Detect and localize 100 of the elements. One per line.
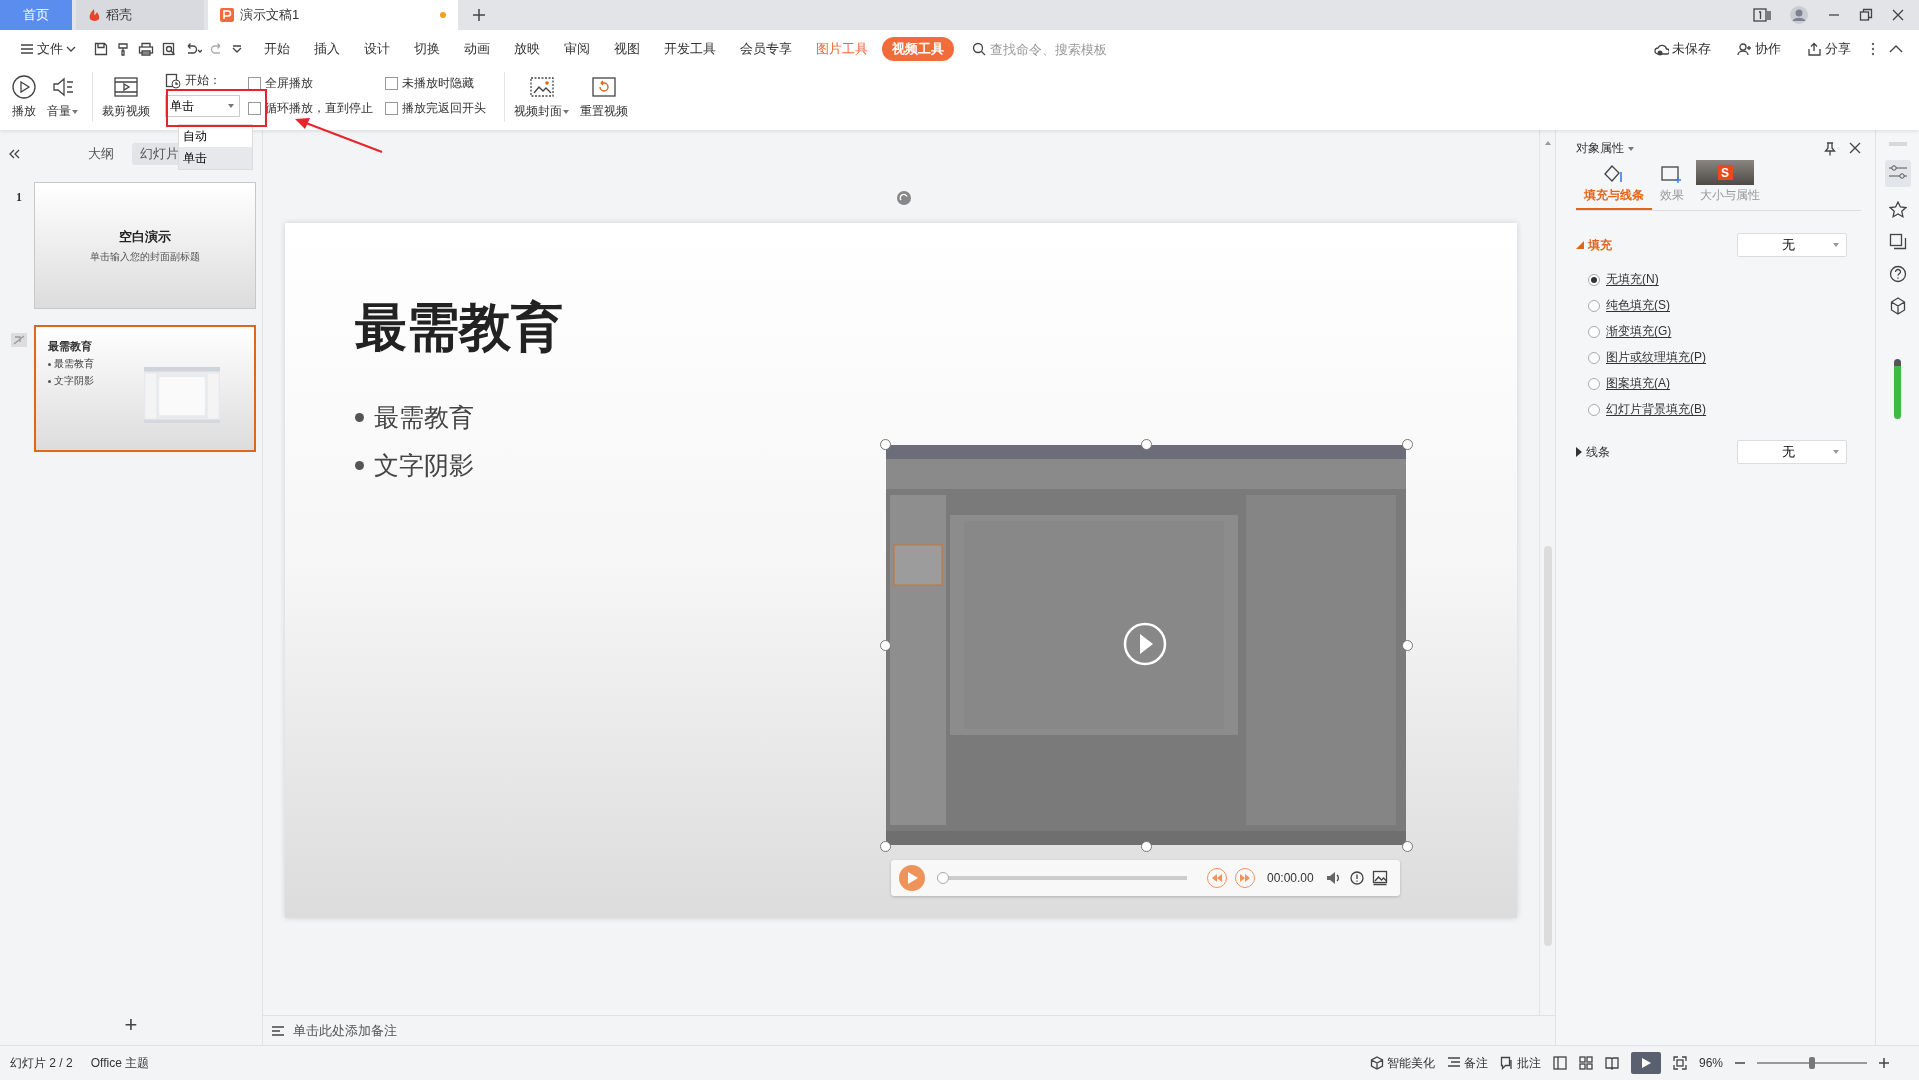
resize-handle[interactable] xyxy=(880,439,891,450)
checkbox-label: 播放完返回开头 xyxy=(402,100,486,117)
status-button[interactable]: 批注 xyxy=(1499,1054,1541,1072)
radio-label: 无填充(N) xyxy=(1606,271,1659,288)
resize-handle[interactable] xyxy=(1402,439,1413,450)
print-icon[interactable] xyxy=(138,42,154,56)
radio-button[interactable] xyxy=(1588,273,1600,286)
radio-button[interactable] xyxy=(1588,377,1600,390)
menu-tab[interactable]: 设计 xyxy=(354,37,400,61)
status-button[interactable]: 备注 xyxy=(1446,1054,1488,1072)
slide-thumbnail[interactable]: 空白演示 单击输入您的封面副标题 xyxy=(34,182,256,309)
progress-thumb[interactable] xyxy=(937,872,949,884)
tab-label: 演示文稿1 xyxy=(240,6,300,24)
save-icon[interactable] xyxy=(94,42,108,56)
print-preview-icon[interactable] xyxy=(162,42,176,56)
resize-handle[interactable] xyxy=(1141,439,1152,450)
notes-placeholder[interactable]: 单击此处添加备注 xyxy=(293,1021,397,1040)
menu-tab[interactable]: 动画 xyxy=(454,37,500,61)
ribbon-button[interactable]: 重置视频 xyxy=(577,72,631,122)
search-field[interactable]: 查找命令、搜索模板 xyxy=(972,41,1152,57)
help-icon[interactable] xyxy=(1888,265,1907,283)
dropdown-option[interactable]: 单击 xyxy=(179,147,252,169)
ribbon-button[interactable]: 音量 xyxy=(44,72,82,122)
slides-icon[interactable] xyxy=(1888,233,1907,251)
collapse-icon[interactable] xyxy=(1889,44,1903,54)
toolbar-button[interactable]: 协作 xyxy=(1731,39,1787,59)
caret-icon xyxy=(1832,242,1840,248)
resize-handle[interactable] xyxy=(880,640,891,651)
level-meter xyxy=(1894,359,1901,419)
menu-tab[interactable]: 切换 xyxy=(404,37,450,61)
checkbox[interactable] xyxy=(385,102,398,115)
toolbar-button[interactable]: 分享 xyxy=(1801,39,1857,59)
star-icon[interactable] xyxy=(1888,201,1907,219)
speaker-icon[interactable] xyxy=(1325,871,1342,885)
plus-icon[interactable] xyxy=(472,8,486,22)
image-icon[interactable] xyxy=(1371,870,1388,886)
radio-button[interactable] xyxy=(1588,299,1600,312)
start-dropdown[interactable]: 单击 xyxy=(165,95,240,117)
scrollbar[interactable] xyxy=(1543,546,1552,946)
resize-handle[interactable] xyxy=(1141,841,1152,852)
checkbox[interactable] xyxy=(248,102,261,115)
radio-button[interactable] xyxy=(1588,325,1600,338)
checkbox-label: 全屏播放 xyxy=(265,75,313,92)
sliders-icon[interactable] xyxy=(1888,164,1907,180)
close-icon[interactable] xyxy=(1849,141,1861,154)
restore-icon[interactable] xyxy=(1859,8,1873,22)
format-painter-icon[interactable] xyxy=(116,42,130,56)
status-button[interactable]: 智能美化 xyxy=(1369,1054,1435,1072)
menu-tab[interactable]: 视图 xyxy=(604,37,650,61)
resize-handle[interactable] xyxy=(880,841,891,852)
add-slide-button[interactable]: + xyxy=(118,1011,144,1039)
normal-view-icon[interactable] xyxy=(1552,1056,1567,1070)
resize-handle[interactable] xyxy=(1402,841,1413,852)
collapse-left-icon[interactable] xyxy=(8,149,20,159)
ribbon-button[interactable]: 播放 xyxy=(8,72,40,122)
select-field[interactable]: 无 xyxy=(1737,233,1847,257)
person-add-icon xyxy=(1737,42,1752,56)
scroll-up-icon[interactable] xyxy=(1543,140,1552,146)
rotate-handle-icon[interactable] xyxy=(896,190,912,206)
select-field[interactable]: 无 xyxy=(1737,440,1847,464)
ribbon-button[interactable]: 裁剪视频 xyxy=(99,72,153,122)
book-icon[interactable] xyxy=(1604,1056,1619,1070)
radio-button[interactable] xyxy=(1588,403,1600,416)
more-icon[interactable] xyxy=(1871,42,1875,56)
grid-view-icon[interactable] xyxy=(1578,1056,1593,1070)
window-count-icon[interactable] xyxy=(1753,8,1771,22)
checkbox[interactable] xyxy=(385,77,398,90)
theme-name: Office 主题 xyxy=(90,1054,150,1072)
panel-tab[interactable]: 大纲 xyxy=(80,143,122,165)
menu-tab[interactable]: 插入 xyxy=(304,37,350,61)
ime-toolbar[interactable]: S xyxy=(1696,160,1754,185)
menu-tab[interactable]: 开发工具 xyxy=(654,37,726,61)
menu-tab[interactable]: 会员专享 xyxy=(730,37,802,61)
radio-button[interactable] xyxy=(1588,351,1600,364)
resize-handle[interactable] xyxy=(1402,640,1413,651)
menu-tab[interactable]: 审阅 xyxy=(554,37,600,61)
file-menu[interactable]: 文件 xyxy=(14,39,82,59)
info-icon[interactable] xyxy=(1349,871,1364,885)
ribbon-button[interactable]: 视频封面 xyxy=(511,72,573,122)
cube-icon[interactable] xyxy=(1889,297,1906,315)
pin-icon[interactable] xyxy=(1823,141,1837,156)
slide-thumbnail[interactable]: 最需教育 最需教育 文字阴影 xyxy=(34,325,256,452)
section-header[interactable]: 线条 xyxy=(1576,443,1610,461)
zoom-slider-thumb[interactable] xyxy=(1809,1057,1815,1069)
play-circle-icon[interactable] xyxy=(1123,622,1167,666)
slide-counter: 幻灯片 2 / 2 xyxy=(10,1054,73,1072)
fit-icon[interactable] xyxy=(1672,1056,1687,1070)
tab[interactable]: 稻壳 xyxy=(76,0,204,30)
slideshow-button[interactable] xyxy=(1630,1052,1661,1074)
menu-tab[interactable]: 放映 xyxy=(504,37,550,61)
dropdown-arrow-icon[interactable] xyxy=(232,45,242,53)
tab[interactable]: 演示文稿1 xyxy=(208,0,458,30)
toolbar-button[interactable]: 未保存 xyxy=(1648,39,1717,59)
close-icon[interactable] xyxy=(1891,8,1905,22)
avatar-icon[interactable] xyxy=(1789,5,1809,25)
video-time: 00:00.00 xyxy=(1267,871,1314,885)
menu-tab[interactable]: 开始 xyxy=(254,37,300,61)
zoom-in-icon[interactable] xyxy=(1879,1058,1889,1068)
radio-label: 图片或纹理填充(P) xyxy=(1606,349,1706,366)
pane-title[interactable]: 对象属性 xyxy=(1576,140,1635,157)
